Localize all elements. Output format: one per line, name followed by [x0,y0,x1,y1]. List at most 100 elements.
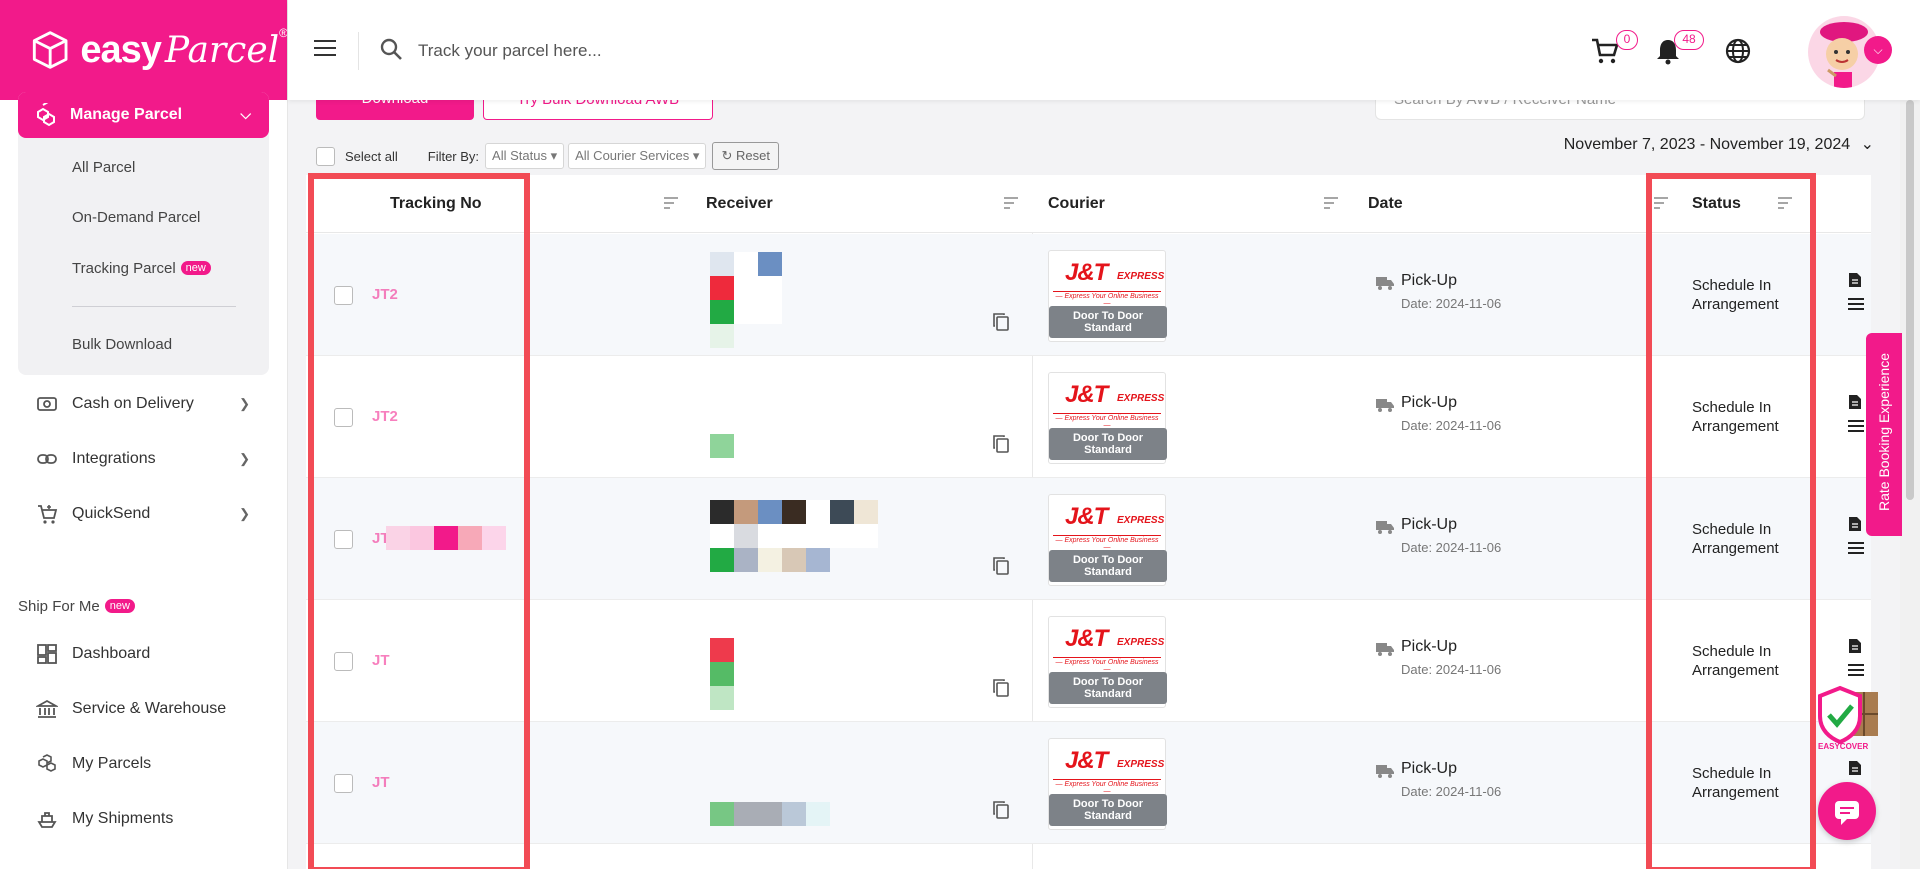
sidebar-item-label: Integrations [72,450,156,467]
menu-list-icon[interactable] [1848,420,1864,432]
sidebar-sub-tracking[interactable]: Tracking Parcel new [72,260,211,277]
jt-express: EXPRESS [1117,515,1165,526]
menu-toggle-icon[interactable] [314,40,336,58]
sidebar-divider [72,306,236,307]
jt-brand: J&T [1065,747,1108,774]
sidebar-item-my-parcels[interactable]: My Parcels [36,750,256,778]
cart-count-badge: 0 [1616,30,1638,50]
copy-icon[interactable] [992,556,1010,576]
courier-logo-jt: J&T EXPRESS — Express Your Online Busine… [1048,372,1167,464]
service-badge: Door To Door Standard [1049,672,1167,704]
document-icon[interactable] [1848,638,1862,654]
sort-icon[interactable] [1004,197,1018,209]
document-icon[interactable] [1848,760,1862,776]
service-badge: Door To Door Standard [1049,794,1167,826]
filter-row: Select all Filter By: All Status ▾ All C… [316,142,779,170]
pickup-method: Pick-Up [1401,760,1458,777]
select-all-checkbox[interactable] [316,146,335,166]
chat-button[interactable] [1818,782,1876,840]
sidebar-item-label: Manage Parcel [70,106,183,123]
reset-button[interactable]: ↻ Reset [712,142,779,170]
jt-brand: J&T [1065,259,1108,286]
pickup-method: Pick-Up [1401,272,1458,289]
col-date[interactable]: Date [1368,195,1403,213]
jt-tagline: — Express Your Online Business — [1053,413,1161,429]
sidebar-item-quicksend[interactable]: QuickSend ❯ [36,500,256,528]
search-icon [380,38,402,60]
scrollbar-thumb[interactable] [1906,100,1914,500]
chevron-right-icon: ❯ [239,396,250,411]
table-row: JT J&T EXPRESS — Express Your Online Bus… [306,600,1871,722]
rate-booking-label: Rate Booking Experience [1876,353,1892,511]
courier-logo-jt: J&T EXPRESS — Express Your Online Busine… [1048,616,1167,708]
sidebar-item-label: QuickSend [72,505,151,522]
date-range-picker[interactable]: November 7, 2023 - November 19, 2024 ⌄ [1564,134,1874,154]
parcel-table: Tracking No Receiver Courier Date Status… [306,175,1871,869]
box-logo-icon [32,31,68,69]
receiver-redacted [710,434,734,458]
copy-icon[interactable] [992,434,1010,454]
jt-tagline: — Express Your Online Business — [1053,779,1161,795]
pickup-method: Pick-Up [1401,394,1458,411]
sidebar-item-my-shipments[interactable]: My Shipments [36,805,256,833]
easycover-badge[interactable]: EASYCOVER [1816,684,1882,754]
chat-icon [1835,801,1859,825]
table-row: JT2 J&T EXPRESS — Express Your Online Bu… [306,356,1871,478]
menu-list-icon[interactable] [1848,542,1864,554]
sidebar-item-manage-parcel[interactable]: Manage Parcel ⌵ [18,92,269,138]
courier-filter-select[interactable]: All Courier Services ▾ [568,143,707,169]
globe-icon[interactable] [1723,36,1753,66]
sort-icon[interactable] [664,197,678,209]
truck-icon [1376,399,1394,412]
tracking-column-highlight [308,173,530,869]
service-badge: Door To Door Standard [1049,306,1167,338]
receiver-redacted [710,252,782,348]
col-receiver[interactable]: Receiver [706,195,773,213]
pickup-date: Date: 2024-11-06 [1401,296,1502,311]
sidebar-sub-bulk-download[interactable]: Bulk Download [72,336,172,353]
link-icon [37,454,57,464]
sidebar-item-integrations[interactable]: Integrations ❯ [36,445,256,473]
chevron-down-icon: ⌵ [240,106,251,122]
sidebar-sub-all-parcel[interactable]: All Parcel [72,159,135,176]
document-icon[interactable] [1848,272,1862,288]
new-badge: new [180,261,211,275]
brand-easy: easy [80,28,162,71]
sidebar-sub-on-demand[interactable]: On-Demand Parcel [72,209,200,226]
status-column-highlight [1646,173,1816,869]
copy-icon[interactable] [992,678,1010,698]
chevron-right-icon: ❯ [239,451,250,466]
chevron-down-icon: ⌄ [1860,136,1874,153]
jt-tagline: — Express Your Online Business — [1053,657,1161,673]
pickup-method: Pick-Up [1401,516,1458,533]
sidebar-item-label: Dashboard [72,645,151,662]
profile-dropdown-icon[interactable]: ⌵ [1864,36,1892,64]
pickup-method: Pick-Up [1401,638,1458,655]
table-row: JT2 J&T EXPRESS — Express Your Online Bu… [306,234,1871,356]
sort-icon[interactable] [1324,197,1338,209]
sidebar-item-service-warehouse[interactable]: Service & Warehouse [36,695,256,723]
menu-list-icon[interactable] [1848,664,1864,676]
jt-tagline: — Express Your Online Business — [1053,535,1161,551]
col-courier[interactable]: Courier [1048,195,1105,213]
notification-count-badge: 48 [1674,30,1704,50]
copy-icon[interactable] [992,800,1010,820]
table-row: JT J&T EXPRESS — Express Your Online Bus… [306,478,1871,600]
service-badge: Door To Door Standard [1049,550,1167,582]
status-filter-value: All Status [492,148,547,163]
caret-down-icon: ▾ [692,148,700,163]
header-divider [358,32,359,70]
track-parcel-input[interactable] [418,32,918,70]
jt-brand: J&T [1065,381,1108,408]
rate-booking-tab[interactable]: Rate Booking Experience [1866,333,1902,536]
document-icon[interactable] [1848,516,1862,532]
copy-icon[interactable] [992,312,1010,332]
sidebar-item-cod[interactable]: Cash on Delivery ❯ [36,390,256,418]
document-icon[interactable] [1848,394,1862,410]
new-badge: new [104,599,135,613]
sidebar-item-dashboard[interactable]: Dashboard [36,640,256,668]
brand-logo[interactable]: easy Parcel ® [0,0,287,100]
status-filter-select[interactable]: All Status ▾ [485,143,565,169]
section-ship-for-me: Ship For Me new [18,598,135,615]
menu-list-icon[interactable] [1848,298,1864,310]
